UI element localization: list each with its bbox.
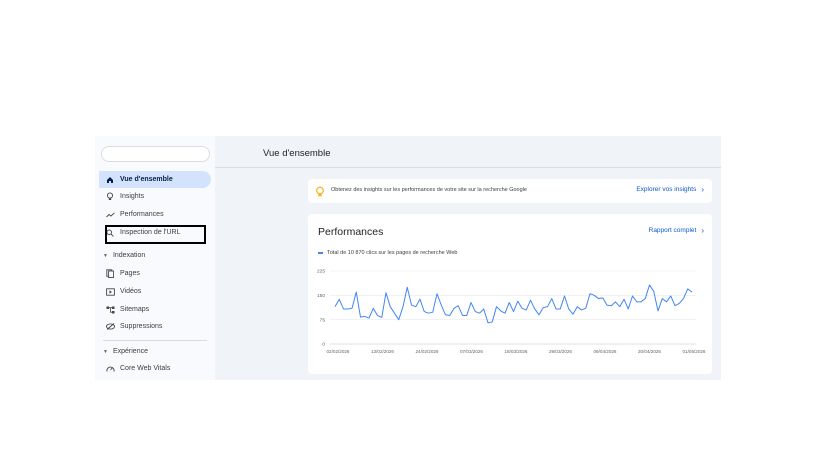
page-title: Vue d'ensemble <box>263 148 331 159</box>
x-tick-label: 24/02/2026 <box>416 349 439 354</box>
performance-title: Performances <box>318 226 384 238</box>
y-tick-label: 150 <box>317 293 325 299</box>
sidebar-item-removals[interactable]: Suppressions <box>99 318 211 335</box>
section-indexation[interactable]: ▼ Indexation <box>103 252 145 259</box>
sidebar-item-label: Sitemaps <box>120 306 150 313</box>
caret-down-icon: ▼ <box>103 252 108 259</box>
x-tick-label: 07/03/2026 <box>460 349 483 354</box>
chevron-right-icon: › <box>701 225 704 235</box>
x-tick-label: 29/03/2026 <box>549 349 572 354</box>
sidebar: Vue d'ensemble Insights Performances Ins… <box>95 136 215 380</box>
clicks-line-chart: 225 150 75 002/02/2026 13/02/2026 24/02/2026 0… <box>317 269 706 354</box>
chart-legend: Total de 10 870 clics sur les pages de r… <box>318 250 457 256</box>
x-tick-label: 20/04/2026 <box>638 349 661 354</box>
explore-insights-link[interactable]: Explorer vos insights › <box>636 184 704 194</box>
sidebar-item-core-web-vitals[interactable]: Core Web Vitals <box>99 360 211 377</box>
section-header-label: Indexation <box>112 252 146 259</box>
page-header: Vue d'ensemble <box>215 136 721 168</box>
sitemap-icon <box>105 306 115 314</box>
caret-down-icon: ▼ <box>103 348 108 355</box>
chevron-right-icon: › <box>701 184 704 194</box>
sidebar-item-label: Pages <box>120 270 140 277</box>
lightbulb-icon <box>315 185 325 197</box>
url-inspection-highlight <box>105 225 206 244</box>
y-tick-label: 0 <box>322 342 325 348</box>
main-content: Vue d'ensemble Obtenez des insights sur … <box>215 136 721 380</box>
series-line-clicks <box>334 284 693 324</box>
sidebar-item-insights[interactable]: Insights <box>99 188 211 205</box>
legend-label: Total de 10 870 clics sur les pages de r… <box>327 250 458 256</box>
section-header-label: Expérience <box>112 348 148 355</box>
x-tick-label: 18/03/2026 <box>505 349 528 354</box>
sidebar-divider <box>103 340 207 341</box>
x-tick-label: 09/04/2026 <box>594 349 617 354</box>
sidebar-item-label: Vue d'ensemble <box>120 176 173 183</box>
trending-icon <box>105 211 115 218</box>
sidebar-item-label: Vidéos <box>120 288 142 295</box>
banner-text: Obtenez des insights sur les performance… <box>331 187 527 193</box>
x-tick-label: 01/05/2026 <box>683 349 706 354</box>
explore-insights-label: Explorer vos insights <box>636 186 697 193</box>
video-icon <box>105 287 115 296</box>
section-experience[interactable]: ▼ Expérience <box>103 348 148 355</box>
pages-icon <box>105 269 115 278</box>
insights-banner: Obtenez des insights sur les performance… <box>308 179 712 203</box>
sidebar-item-performance[interactable]: Performances <box>99 206 211 223</box>
y-tick-label: 225 <box>317 269 325 275</box>
sidebar-item-sitemaps[interactable]: Sitemaps <box>99 301 211 318</box>
x-tick-label: 13/02/2026 <box>371 349 394 354</box>
home-icon <box>105 176 115 184</box>
sidebar-item-videos[interactable]: Vidéos <box>99 283 211 300</box>
sidebar-item-label: Suppressions <box>120 323 163 330</box>
search-console-window: Vue d'ensemble Insights Performances Ins… <box>95 136 721 380</box>
x-tick-label: 02/02/2026 <box>327 349 350 354</box>
full-report-link[interactable]: Rapport complet › <box>648 225 704 235</box>
search-input[interactable] <box>101 146 210 162</box>
legend-swatch <box>318 252 323 254</box>
y-tick-label: 75 <box>320 317 326 323</box>
sidebar-item-label: Core Web Vitals <box>120 365 171 372</box>
sidebar-item-overview[interactable]: Vue d'ensemble <box>99 171 211 188</box>
removals-icon <box>105 323 115 330</box>
sidebar-item-label: Insights <box>120 193 145 200</box>
gauge-icon <box>105 365 115 373</box>
lightbulb-icon <box>105 192 115 201</box>
sidebar-item-label: Performances <box>120 211 164 218</box>
sidebar-item-pages[interactable]: Pages <box>99 265 211 282</box>
full-report-label: Rapport complet <box>648 227 697 234</box>
performance-card: Performances Rapport complet › Total de … <box>308 214 712 374</box>
